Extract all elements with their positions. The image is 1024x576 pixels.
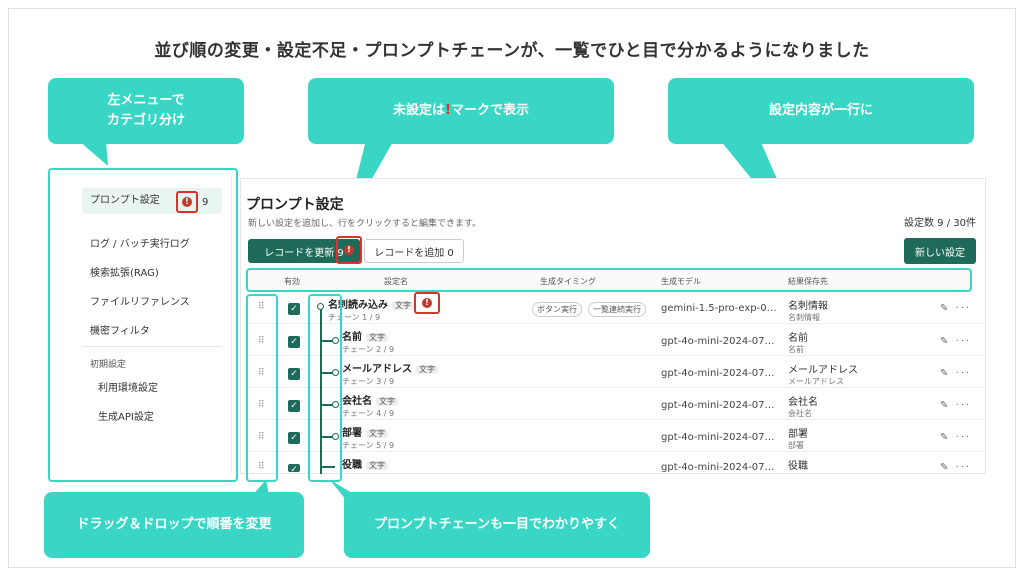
table-header	[246, 268, 972, 292]
callout-one-line: 設定内容が一行に	[668, 78, 974, 144]
callout-unset-suffix: マークで表示	[450, 102, 529, 118]
row-model: gpt-4o-mini-2024-07…	[661, 432, 775, 443]
row-actions: ✎ ···	[940, 432, 971, 443]
row-dest: 名前	[788, 333, 808, 344]
outline-chain-column	[308, 294, 342, 482]
callout-left-menu: 左メニューで カテゴリ分け	[48, 78, 244, 144]
add-records-button[interactable]: レコードを追加 0	[364, 239, 464, 263]
update-warning-badge: !	[336, 236, 362, 264]
column-header-enabled: 有効	[284, 277, 300, 286]
row-name: 名前 文字	[342, 328, 388, 343]
row-actions: ✎ ···	[940, 303, 971, 314]
setting-count: 設定数 9 / 30件	[904, 218, 976, 229]
chain-label: チェーン 5 / 9	[342, 441, 395, 450]
row-dest-sub: 部署	[788, 441, 804, 450]
row-actions: ✎ ···	[940, 336, 971, 347]
type-tag: 文字	[366, 461, 388, 470]
row-dest-sub: 会社名	[788, 409, 812, 418]
callout-left-menu-line1: 左メニューで	[107, 92, 185, 108]
callout-left-menu-line2: カテゴリ分け	[106, 113, 185, 128]
more-icon[interactable]: ···	[956, 336, 972, 347]
row-model: gpt-4o-mini-2024-07…	[661, 368, 775, 379]
page-title: プロンプト設定	[246, 197, 344, 213]
more-icon[interactable]: ···	[956, 303, 972, 314]
row-name: メールアドレス 文字	[342, 360, 438, 375]
row-model: gpt-4o-mini-2024-07…	[661, 400, 775, 411]
row-name-text: 部署	[342, 428, 362, 439]
timing-chip-list: 一覧連続実行	[588, 302, 646, 317]
row-dest: メールアドレス	[788, 365, 858, 376]
enabled-checkbox[interactable]: ✓	[288, 303, 300, 315]
callout-chain-tail	[330, 480, 364, 500]
row-dest: 部署	[788, 429, 808, 440]
chain-label: チェーン 4 / 9	[342, 409, 395, 418]
edit-icon[interactable]: ✎	[940, 336, 950, 347]
more-icon[interactable]: ···	[956, 462, 972, 472]
callout-drag-drop-tail	[248, 480, 270, 500]
edit-icon[interactable]: ✎	[940, 432, 950, 443]
row-actions: ✎ ···	[940, 400, 971, 411]
row-name-text: メールアドレス	[342, 364, 412, 375]
column-header-dest: 結果保存先	[788, 277, 828, 286]
column-header-timing: 生成タイミング	[540, 277, 596, 286]
row-dest: 名刺情報	[788, 301, 828, 312]
new-setting-button[interactable]: 新しい設定	[904, 238, 976, 264]
callout-unset-prefix: 未設定は	[393, 102, 446, 118]
row-model: gpt-4o-mini-2024-07…	[661, 336, 775, 347]
callout-unset-mark: 未設定は! マークで表示	[308, 78, 614, 144]
callout-one-line-text: 設定内容が一行に	[768, 102, 873, 118]
type-tag: 文字	[376, 397, 398, 406]
column-header-model: 生成モデル	[661, 277, 701, 286]
edit-icon[interactable]: ✎	[940, 400, 950, 411]
callout-chain-text: プロンプトチェーンも一目でわかりやすく	[374, 516, 620, 532]
callout-drag-drop-text: ドラッグ＆ドロップで順番を変更	[76, 516, 272, 532]
edit-icon[interactable]: ✎	[940, 462, 950, 472]
more-icon[interactable]: ···	[956, 432, 972, 443]
row-name: 部署 文字	[342, 424, 388, 439]
name-warning-badge: !	[414, 292, 440, 314]
enabled-checkbox[interactable]: ✓	[288, 368, 300, 380]
page-subtitle: 新しい設定を追加し、行をクリックすると編集できます。	[248, 219, 482, 229]
type-tag: 文字	[416, 365, 438, 374]
callout-left-menu-tail	[78, 140, 108, 166]
row-dest-sub: メールアドレス	[788, 377, 844, 386]
warning-icon: !	[422, 298, 432, 308]
row-name-text: 名前	[342, 332, 362, 343]
type-tag: 文字	[366, 429, 388, 438]
row-name-text: 会社名	[342, 396, 372, 407]
chain-label: チェーン 3 / 9	[342, 377, 395, 386]
row-model: gpt-4o-mini-2024-07…	[661, 462, 775, 472]
type-tag: 文字	[366, 333, 388, 342]
row-model: gemini-1.5-pro-exp-0…	[661, 303, 777, 314]
row-actions: ✎ ···	[940, 368, 971, 379]
row-name-text: 役職	[342, 460, 362, 471]
type-tag: 文字	[392, 301, 414, 310]
warning-icon: !	[344, 245, 354, 255]
edit-icon[interactable]: ✎	[940, 368, 950, 379]
callout-drag-drop: ドラッグ＆ドロップで順番を変更	[44, 492, 304, 558]
column-header-name: 設定名	[384, 277, 408, 286]
row-name: 役職 文字	[342, 456, 388, 471]
enabled-checkbox[interactable]: ✓	[288, 336, 300, 348]
row-dest-sub: 名刺情報	[788, 313, 820, 322]
outline-drag-column	[246, 294, 278, 482]
timing-chip-button: ボタン実行	[532, 302, 582, 317]
row-dest: 会社名	[788, 397, 818, 408]
chain-label: チェーン 2 / 9	[342, 345, 395, 354]
row-dest: 役職	[788, 461, 808, 472]
outline-sidebar	[48, 168, 238, 482]
enabled-checkbox[interactable]: ✓	[288, 432, 300, 444]
enabled-checkbox[interactable]: ✓	[288, 464, 300, 472]
enabled-checkbox[interactable]: ✓	[288, 400, 300, 412]
slide-headline: 並び順の変更・設定不足・プロンプトチェーンが、一覧でひと目で分かるようになりまし…	[154, 41, 870, 61]
more-icon[interactable]: ···	[956, 368, 972, 379]
more-icon[interactable]: ···	[956, 400, 972, 411]
row-name: 会社名 文字	[342, 392, 398, 407]
row-dest-sub: 名前	[788, 345, 804, 354]
callout-chain: プロンプトチェーンも一目でわかりやすく	[344, 492, 650, 558]
row-actions: ✎ ···	[940, 462, 971, 472]
edit-icon[interactable]: ✎	[940, 303, 950, 314]
